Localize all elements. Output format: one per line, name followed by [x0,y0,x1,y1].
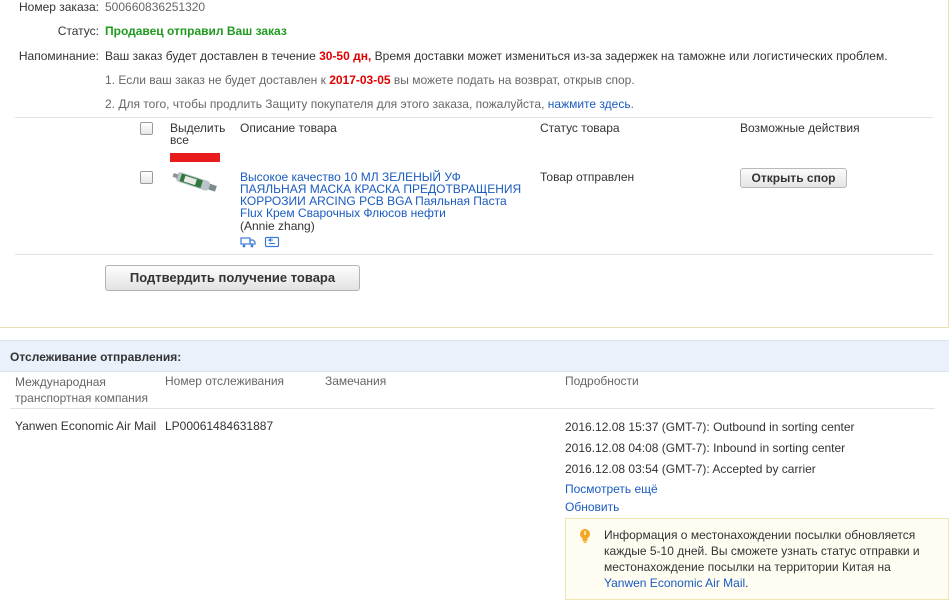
divider [15,254,933,255]
tracking-event: 2016.12.08 04:08 (GMT-7): Inbound in sor… [565,441,846,455]
tracking-info-text: Информация о местонахождении посылки обн… [604,527,924,591]
select-all-label: Выделить все [170,121,226,147]
col-remarks: Замечания [325,374,387,388]
truck-icon[interactable] [240,236,256,248]
note1-post: вы можете подать на возврат, открыв спор… [390,73,635,87]
refresh-link[interactable]: Обновить [565,500,619,514]
open-dispute-button[interactable]: Открыть спор [740,168,847,188]
extend-protection-link[interactable]: нажмите здесь [548,97,631,111]
note1-date: 2017-03-05 [329,73,391,87]
tracking-info-box: Информация о местонахождении посылки обн… [565,518,949,600]
col-details: Подробности [565,374,639,388]
product-label-strip [170,153,220,162]
col-description: Описание товара [240,121,337,135]
col-actions: Возможные действия [740,121,860,135]
confirm-receipt-button[interactable]: Подтвердить получение товара [105,265,360,291]
reminder-days: 30-50 дн, [319,49,372,63]
item-checkbox[interactable] [140,171,153,184]
status-value: Продавец отправил Ваш заказ [105,24,287,38]
reminder-pre: Ваш заказ будет доставлен в течение [105,49,320,63]
item-status: Товар отправлен [540,170,635,184]
tracking-event: 2016.12.08 03:54 (GMT-7): Accepted by ca… [565,462,816,476]
select-all-checkbox[interactable] [140,122,153,135]
reminder-label: Напоминание: [18,49,99,63]
note1-pre: 1. Если ваш заказ не будет доставлен к [105,73,330,87]
divider [10,408,935,409]
seller-name: (Annie zhang) [240,219,315,233]
reminder-post: Время доставки может измениться из-за за… [371,49,888,63]
carrier-name: Yanwen Economic Air Mail [15,419,157,433]
product-thumbnail[interactable] [170,166,220,198]
info-text: Информация о местонахождении посылки обн… [604,528,920,574]
col-company: Международная транспортная компания [15,375,148,405]
status-label: Статус: [57,24,99,38]
divider [15,117,933,118]
tracking-number: LP00061484631887 [165,419,274,433]
note-2: 2. Для того, чтобы продлить Защиту покуп… [105,97,634,111]
col-status: Статус товара [540,121,620,135]
product-title-link[interactable]: Высокое качество 10 МЛ ЗЕЛЕНЫЙ УФ ПАЯЛЬН… [240,171,530,219]
tracking-title: Отслеживание отправления: [10,350,182,364]
note-1: 1. Если ваш заказ не будет доставлен к 2… [105,73,635,87]
note2-pre: 2. Для того, чтобы продлить Защиту покуп… [105,97,548,111]
order-number-value: 500660836251320 [105,0,206,14]
note2-post: . [630,97,634,111]
info-end: . [745,576,749,590]
return-icon[interactable] [264,236,280,248]
reminder-text: Ваш заказ будет доставлен в течение 30-5… [105,49,888,63]
col-tracking-number: Номер отслеживания [165,374,285,388]
carrier-site-link[interactable]: Yanwen Economic Air Mail [604,576,745,590]
lightbulb-icon [580,529,590,543]
order-number-label: Номер заказа: [18,0,99,14]
view-more-link[interactable]: Посмотреть ещё [565,482,658,496]
tracking-header: Отслеживание отправления: [0,340,949,372]
tracking-event: 2016.12.08 15:37 (GMT-7): Outbound in so… [565,420,855,434]
